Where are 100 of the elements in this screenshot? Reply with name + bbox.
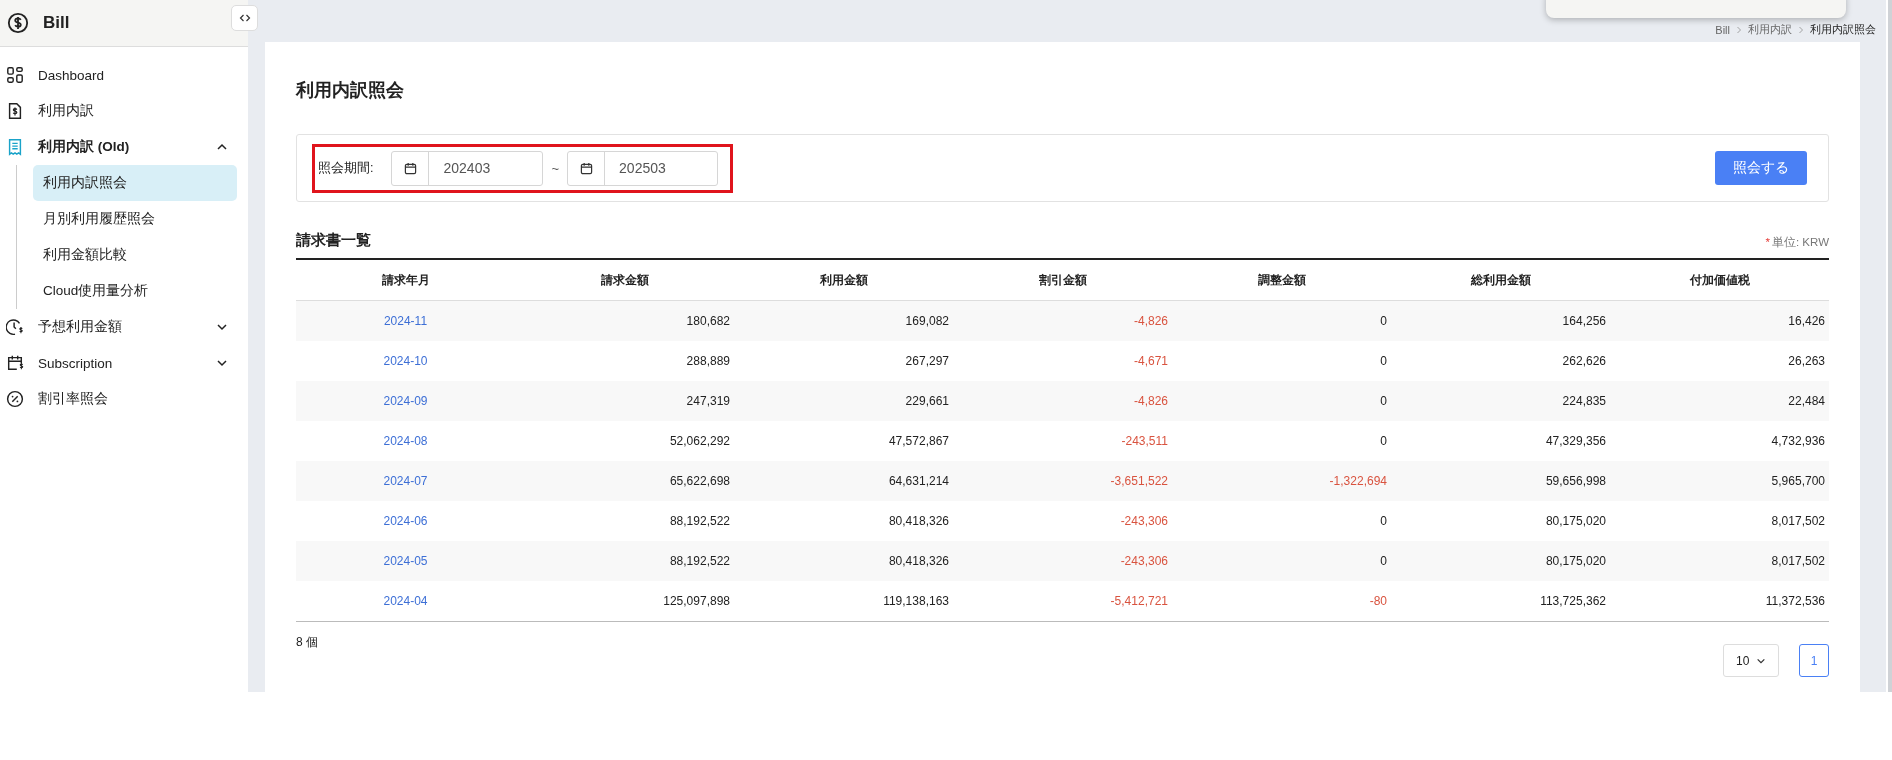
table-cell: -4,671 — [1133, 354, 1168, 368]
table-cell: -243,306 — [1120, 514, 1168, 528]
table-cell: 11,372,536 — [1765, 594, 1825, 608]
table-cell: 80,175,020 — [1545, 554, 1606, 568]
table-cell: 0 — [1380, 434, 1387, 448]
table-cell: 0 — [1380, 554, 1387, 568]
percent-icon — [6, 390, 24, 408]
table-cell: 0 — [1380, 394, 1387, 408]
table-cell: 47,572,867 — [888, 434, 949, 448]
table-cell: 52,062,292 — [669, 434, 730, 448]
table-cell: 164,256 — [1562, 314, 1606, 328]
nav-item[interactable]: 利用内訳 — [0, 93, 248, 129]
table-cell: 80,418,326 — [888, 514, 949, 528]
nav-subitem[interactable]: Cloud使用量分析 — [33, 273, 237, 309]
collapse-button[interactable] — [231, 5, 258, 31]
code-icon — [238, 12, 251, 24]
clock-dollar-icon — [6, 318, 24, 336]
table-cell: 262,626 — [1562, 354, 1606, 368]
nav-subitem[interactable]: 月別利用履歴照会 — [33, 201, 237, 237]
month-link[interactable]: 2024-06 — [383, 514, 428, 528]
nav-subitem[interactable]: 利用内訳照会 — [33, 165, 237, 201]
calendar-icon — [404, 161, 417, 175]
table-cell: 80,418,326 — [888, 554, 949, 568]
table-cell: 5,965,700 — [1771, 474, 1825, 488]
column-header: 割引金額 — [953, 259, 1172, 301]
table-cell: 288,889 — [686, 354, 730, 368]
search-button[interactable]: 照会する — [1715, 151, 1807, 185]
table-cell: -243,511 — [1121, 434, 1168, 448]
table-cell: 0 — [1380, 314, 1387, 328]
period-label: 照会期間: — [318, 159, 374, 177]
page-title: 利用内訳照会 — [296, 79, 405, 102]
table-cell: 80,175,020 — [1545, 514, 1606, 528]
app-title: Bill — [43, 13, 70, 33]
column-header: 付加価値税 — [1610, 259, 1829, 301]
table-cell: 16,426 — [1788, 314, 1825, 328]
unit-note: * 単位: KRW — [1765, 235, 1829, 250]
range-separator: ~ — [551, 160, 560, 176]
calendar-icon — [579, 161, 593, 175]
nav-item[interactable]: 利用内訳 (Old) — [0, 129, 248, 165]
column-header: 利用金額 — [734, 259, 953, 301]
dollar-file-icon — [6, 102, 24, 120]
table-cell: 65,622,698 — [669, 474, 730, 488]
table-cell: -4,826 — [1133, 394, 1168, 408]
nav-item[interactable]: Subscription — [0, 345, 248, 381]
section-title: 請求書一覧 — [296, 231, 371, 250]
month-link[interactable]: 2024-07 — [383, 474, 428, 488]
breadcrumb-item[interactable]: 利用内訳 — [1748, 22, 1792, 37]
table-cell: 119,138,163 — [883, 594, 949, 608]
table-cell: 88,192,522 — [669, 554, 730, 568]
receipt-icon — [6, 138, 24, 156]
month-link[interactable]: 2024-05 — [383, 554, 428, 568]
month-link[interactable]: 2024-04 — [383, 594, 428, 608]
table-cell: 4,732,936 — [1771, 434, 1825, 448]
row-count: 8 個 — [296, 634, 318, 651]
nav-item[interactable]: Dashboard — [0, 57, 248, 93]
table-cell: -4,826 — [1133, 314, 1168, 328]
grid-icon — [6, 66, 24, 84]
month-link[interactable]: 2024-08 — [383, 434, 428, 448]
table-cell: 180,682 — [686, 314, 730, 328]
table-cell: 0 — [1380, 354, 1387, 368]
dollar-icon — [7, 12, 29, 34]
table-cell: 229,661 — [905, 394, 949, 408]
table-cell: -243,306 — [1120, 554, 1168, 568]
page-size-select[interactable]: 10 — [1723, 644, 1779, 677]
table-cell: 8,017,502 — [1771, 554, 1825, 568]
month-link[interactable]: 2024-11 — [383, 314, 428, 328]
table-cell: 113,725,362 — [1540, 594, 1606, 608]
table-cell: -1,322,694 — [1329, 474, 1387, 488]
breadcrumb-item[interactable]: Bill — [1715, 23, 1730, 36]
table-cell: 88,192,522 — [669, 514, 730, 528]
table-cell: 26,263 — [1788, 354, 1825, 368]
calendar-dollar-icon — [6, 354, 24, 372]
table-cell: 169,082 — [905, 314, 949, 328]
scrollbar[interactable] — [1888, 0, 1892, 692]
breadcrumb-item[interactable]: 利用内訳照会 — [1810, 22, 1876, 37]
table-cell: 22,484 — [1788, 394, 1825, 408]
table-cell: -80 — [1369, 594, 1387, 608]
nav-subitem[interactable]: 利用金額比較 — [33, 237, 237, 273]
column-header: 請求金額 — [515, 259, 734, 301]
date-field[interactable]: 202403 — [391, 150, 544, 186]
column-header: 請求年月 — [296, 259, 515, 301]
table-cell: 125,097,898 — [663, 594, 730, 608]
breadcrumb-separator-icon — [1798, 25, 1804, 34]
breadcrumb-separator-icon — [1736, 25, 1742, 34]
date-field[interactable]: 202503 — [567, 150, 719, 186]
column-header: 調整金額 — [1172, 259, 1391, 301]
month-link[interactable]: 2024-09 — [383, 394, 428, 408]
month-link[interactable]: 2024-10 — [383, 354, 428, 368]
page-button[interactable]: 1 — [1799, 644, 1829, 677]
table-cell: 47,329,356 — [1545, 434, 1606, 448]
nav-item[interactable]: 予想利用金額 — [0, 309, 248, 345]
table-cell: 8,017,502 — [1771, 514, 1825, 528]
nav-item[interactable]: 割引率照会 — [0, 381, 248, 417]
chevron-down-icon — [216, 321, 228, 333]
table-cell: 224,835 — [1562, 394, 1606, 408]
table-cell: -5,412,721 — [1110, 594, 1168, 608]
table-cell: 247,319 — [686, 394, 730, 408]
chevron-down-icon — [216, 357, 228, 369]
column-header: 総利用金額 — [1391, 259, 1610, 301]
table-cell: 64,631,214 — [888, 474, 949, 488]
